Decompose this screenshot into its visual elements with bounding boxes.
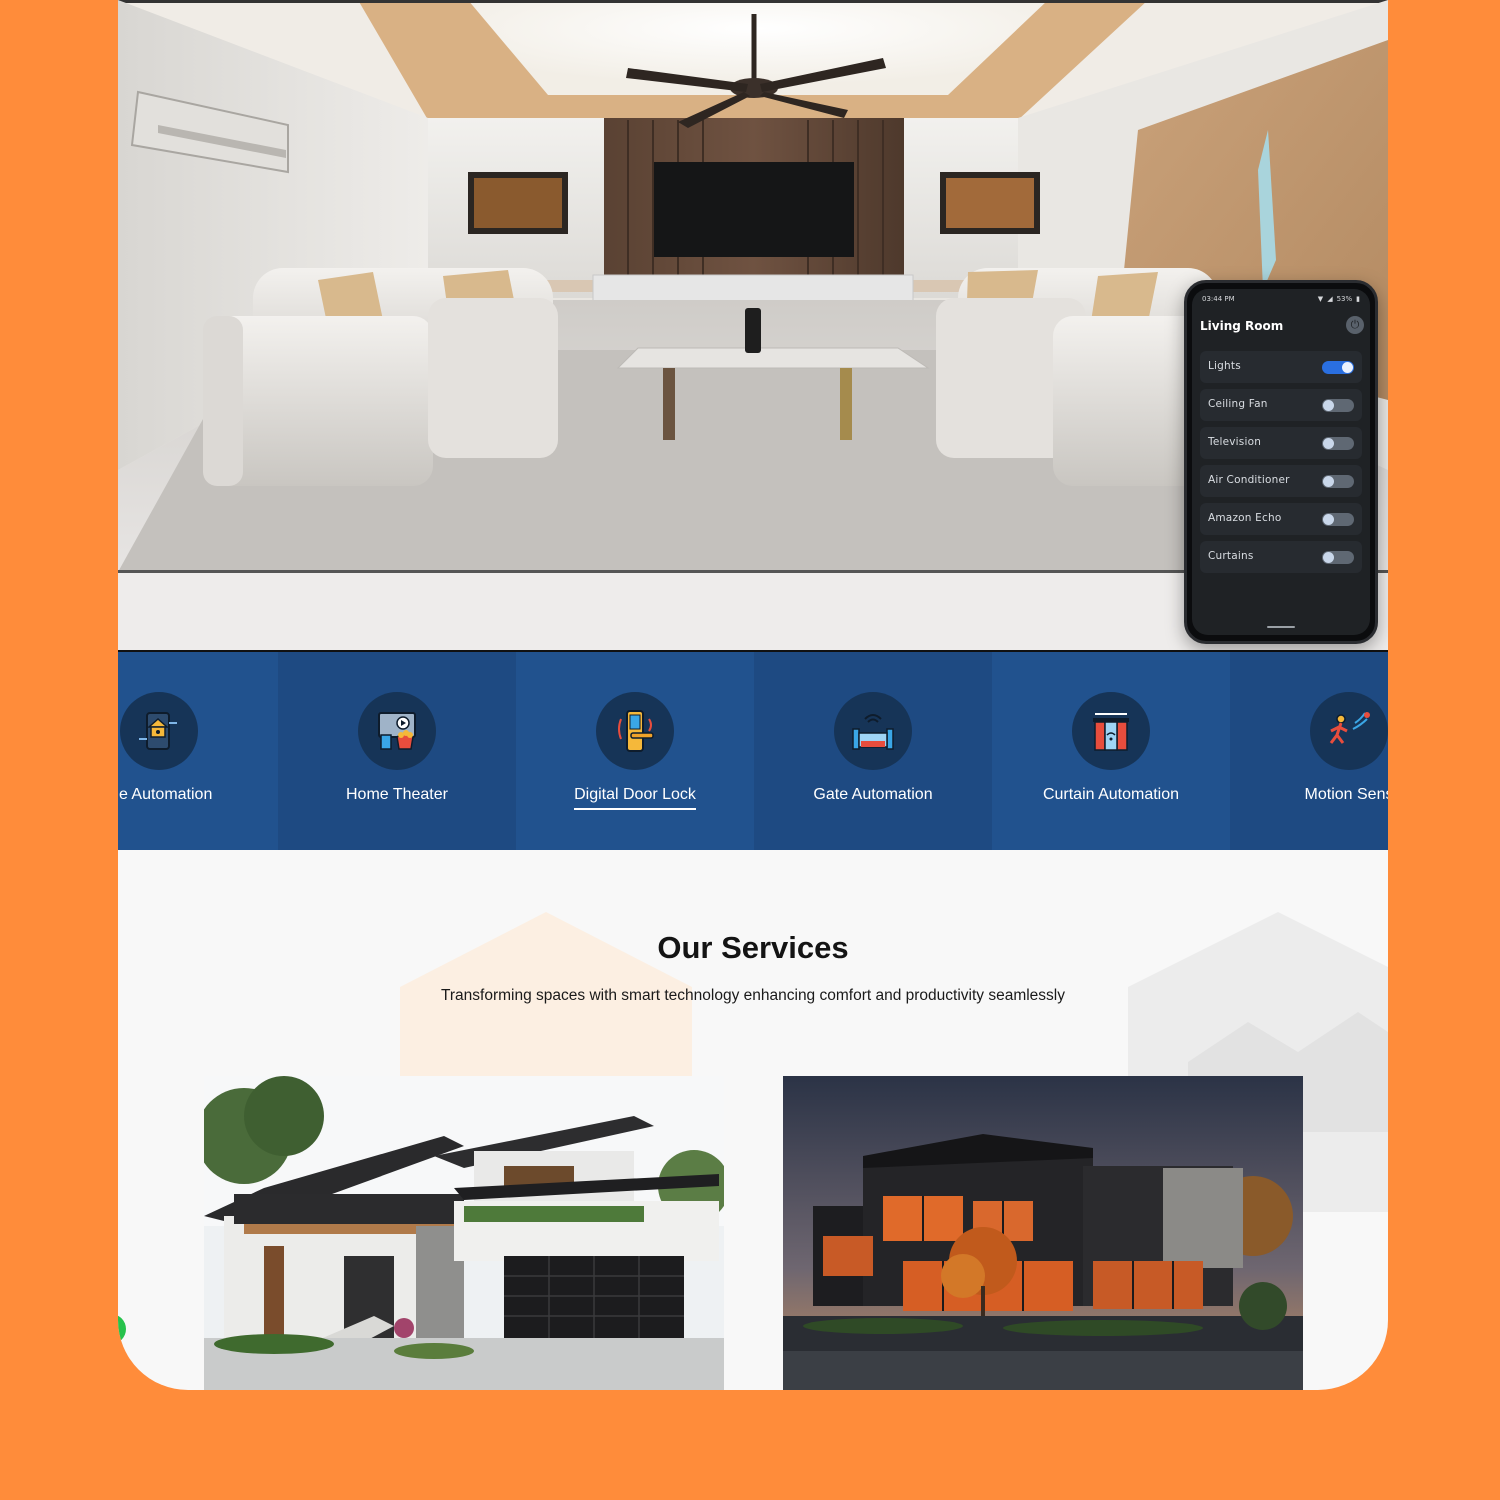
battery-icon: ▮ xyxy=(1356,295,1360,303)
lights-toggle[interactable] xyxy=(1322,361,1354,374)
category-motion-sensor[interactable]: Motion Sens xyxy=(1230,652,1388,850)
home-indicator xyxy=(1267,626,1295,628)
site-frame: 03:44 PM ▼ ◢ 53% ▮ Living Room ⏻ Lights xyxy=(118,0,1388,1390)
device-row-lights: Lights xyxy=(1200,351,1362,383)
home-theater-icon xyxy=(358,692,436,770)
device-row-television: Television xyxy=(1200,427,1362,459)
status-indicators: ▼ ◢ 53% ▮ xyxy=(1318,295,1360,303)
category-gate-automation[interactable]: Gate Automation xyxy=(754,652,992,850)
device-label: Amazon Echo xyxy=(1208,512,1282,524)
battery-percent: 53% xyxy=(1336,295,1353,303)
gate-icon xyxy=(834,692,912,770)
device-label: Air Conditioner xyxy=(1208,474,1290,486)
device-label: Ceiling Fan xyxy=(1208,398,1268,410)
phone-status-bar: 03:44 PM ▼ ◢ 53% ▮ xyxy=(1202,295,1360,307)
amazon-echo-toggle[interactable] xyxy=(1322,513,1354,526)
toggle-knob xyxy=(1323,514,1334,525)
category-digital-door-lock[interactable]: Digital Door Lock xyxy=(516,652,754,850)
service-card-image-2[interactable] xyxy=(783,1076,1303,1390)
device-label: Lights xyxy=(1208,360,1241,372)
device-label: Television xyxy=(1208,436,1262,448)
status-time: 03:44 PM xyxy=(1202,295,1235,303)
category-strip: me Automation Home Theater xyxy=(118,652,1388,850)
category-label: Home Theater xyxy=(346,786,448,803)
services-subtitle: Transforming spaces with smart technolog… xyxy=(440,987,1065,1004)
device-list: Lights Ceiling Fan Television Air Condit… xyxy=(1200,351,1362,579)
device-row-ceiling-fan: Ceiling Fan xyxy=(1200,389,1362,421)
category-home-theater[interactable]: Home Theater xyxy=(278,652,516,850)
motion-sensor-icon xyxy=(1310,692,1388,770)
category-label: Digital Door Lock xyxy=(516,786,754,810)
category-label: Motion Sens xyxy=(1304,786,1388,803)
toggle-knob xyxy=(1323,400,1334,411)
toggle-knob xyxy=(1342,362,1353,373)
ceiling-fan-toggle[interactable] xyxy=(1322,399,1354,412)
category-label: me Automation xyxy=(118,786,213,803)
door-lock-icon xyxy=(596,692,674,770)
device-row-curtains: Curtains xyxy=(1200,541,1362,573)
wifi-icon: ▼ xyxy=(1317,295,1324,303)
services-title: Our Services xyxy=(657,930,849,965)
device-label: Curtains xyxy=(1208,550,1254,562)
signal-icon: ◢ xyxy=(1327,295,1333,303)
curtains-toggle[interactable] xyxy=(1322,551,1354,564)
phone-mockup: 03:44 PM ▼ ◢ 53% ▮ Living Room ⏻ Lights xyxy=(1184,280,1378,644)
air-conditioner-toggle[interactable] xyxy=(1322,475,1354,488)
whatsapp-chat-icon[interactable] xyxy=(118,1314,126,1344)
category-curtain-automation[interactable]: Curtain Automation xyxy=(992,652,1230,850)
television-toggle[interactable] xyxy=(1322,437,1354,450)
device-row-amazon-echo: Amazon Echo xyxy=(1200,503,1362,535)
toggle-knob xyxy=(1323,552,1334,563)
smart-home-icon xyxy=(120,692,198,770)
curtain-icon xyxy=(1072,692,1150,770)
services-section: Our Services Transforming spaces with sm… xyxy=(118,850,1388,1390)
category-label: Curtain Automation xyxy=(1042,786,1180,803)
room-title: Living Room xyxy=(1200,319,1284,333)
device-row-air-conditioner: Air Conditioner xyxy=(1200,465,1362,497)
category-label: Gate Automation xyxy=(813,786,933,803)
phone-screen: 03:44 PM ▼ ◢ 53% ▮ Living Room ⏻ Lights xyxy=(1192,289,1370,635)
category-home-automation[interactable]: me Automation xyxy=(118,652,278,850)
power-icon[interactable]: ⏻ xyxy=(1346,316,1364,334)
service-card-image-1[interactable] xyxy=(204,1076,724,1390)
toggle-knob xyxy=(1323,438,1334,449)
toggle-knob xyxy=(1323,476,1334,487)
hero-section: 03:44 PM ▼ ◢ 53% ▮ Living Room ⏻ Lights xyxy=(118,0,1388,652)
